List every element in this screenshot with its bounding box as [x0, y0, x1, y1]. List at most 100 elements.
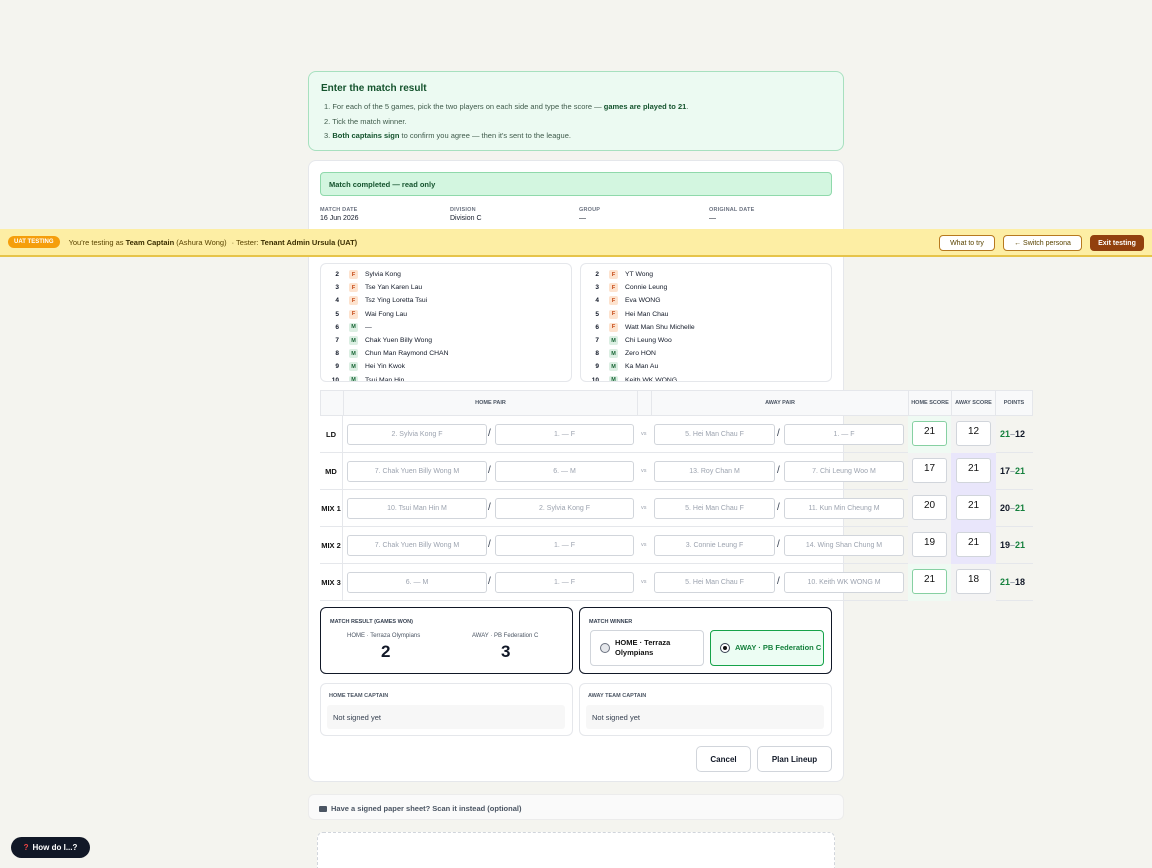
home-score-input[interactable]: 20 — [912, 495, 947, 520]
points-home: 17 — [1000, 466, 1011, 476]
player-row[interactable]: 3 F Tse Yan Karen Lau — [321, 281, 422, 294]
away-score-input[interactable]: 21 — [956, 532, 991, 557]
gender-badge: F — [609, 283, 618, 293]
player-row[interactable]: 10 M Keith WK WONG — [581, 374, 677, 382]
home-player-1-select[interactable]: 7. Chak Yuen Billy Wong M — [347, 535, 487, 556]
player-number: 4 — [595, 297, 599, 305]
away-captain-signature[interactable]: Not signed yet — [586, 705, 824, 729]
player-number: 2 — [335, 271, 339, 278]
what-to-try-button[interactable]: What to try — [939, 235, 995, 251]
home-player-1-select[interactable]: 10. Tsui Man Hin M — [347, 498, 487, 519]
player-row[interactable]: 9 M Ka Man Au — [581, 360, 658, 373]
game-label: MIX 2 — [320, 527, 343, 564]
player-row[interactable]: 4 F Eva WONG — [581, 294, 661, 307]
home-player-2-select[interactable]: 1. — F — [495, 424, 634, 445]
away-player-1-select[interactable]: 13. Roy Chan M — [654, 461, 775, 482]
winner-home-radio[interactable]: HOME · Terraza Olympians — [590, 630, 704, 666]
away-player-2-select[interactable]: 11. Kun Min Cheung M — [784, 498, 904, 519]
home-score-input[interactable]: 21 — [912, 569, 947, 594]
away-player-1-select[interactable]: 5. Hei Man Chau F — [654, 572, 775, 593]
away-score-input[interactable]: 18 — [956, 569, 991, 594]
pair-separator: / — [488, 465, 491, 476]
home-score-input[interactable]: 21 — [912, 421, 947, 446]
home-player-1-select[interactable]: 2. Sylvia Kong F — [347, 424, 487, 445]
gender-badge: F — [349, 270, 358, 279]
exit-testing-button[interactable]: Exit testing — [1090, 235, 1144, 251]
away-player-2-select[interactable]: 1. — F — [784, 424, 904, 445]
player-row[interactable]: 8 M Zero HON — [581, 347, 656, 360]
player-name: Tse Yan Karen Lau — [365, 284, 423, 292]
away-score-cell: 21 — [951, 490, 996, 527]
player-row[interactable]: 5 F Hei Man Chau — [581, 308, 668, 321]
vs-label: vs — [641, 542, 647, 548]
player-row[interactable]: 6 M — — [321, 321, 372, 334]
winner-away-radio[interactable]: AWAY · PB Federation C — [710, 630, 824, 666]
scan-dropzone[interactable] — [317, 832, 835, 868]
home-captain-signature[interactable]: Not signed yet — [327, 705, 565, 729]
away-player-2-select[interactable]: 7. Chi Leung Woo M — [784, 461, 904, 482]
cancel-button[interactable]: Cancel — [696, 746, 751, 772]
home-player-1-select[interactable]: 7. Chak Yuen Billy Wong M — [347, 461, 487, 482]
status-banner: Match completed — read only — [320, 172, 832, 196]
away-player-1-select[interactable]: 5. Hei Man Chau F — [654, 498, 775, 519]
away-player-1-select[interactable]: 3. Connie Leung F — [654, 535, 775, 556]
home-score-cell: 21 — [908, 416, 952, 453]
gender-badge: M — [349, 336, 358, 345]
scan-sheet-label: Have a signed paper sheet? Scan it inste… — [331, 804, 522, 813]
points-away: 21 — [1015, 540, 1026, 550]
scan-sheet-toggle[interactable]: Have a signed paper sheet? Scan it inste… — [308, 794, 844, 820]
away-player-list[interactable]: 2 F YT Wong 3 F Connie Leung 4 F Eva WONG 5 F Hei M… — [580, 263, 832, 382]
home-score-input[interactable]: 19 — [912, 532, 947, 557]
points-away: 18 — [1015, 577, 1026, 587]
division: Division C — [450, 215, 482, 222]
gender-badge: M — [609, 375, 618, 381]
player-row[interactable]: 10 M Tsui Man Hin — [321, 374, 404, 382]
away-score-input[interactable]: 21 — [956, 458, 991, 483]
header-blank — [320, 390, 344, 416]
points-away: 21 — [1015, 466, 1026, 476]
away-score-input[interactable]: 21 — [956, 495, 991, 520]
home-score-input[interactable]: 17 — [912, 458, 947, 483]
instruction-step-1: 1. For each of the 5 games, pick the two… — [324, 102, 689, 111]
player-row[interactable]: 5 F Wai Fong Lau — [321, 308, 407, 321]
home-player-2-select[interactable]: 1. — F — [495, 572, 634, 593]
switch-persona-button[interactable]: ← Switch persona — [1003, 235, 1082, 251]
player-number: 10 — [591, 376, 599, 382]
player-number: 10 — [331, 376, 339, 382]
match-date-label: MATCH DATE — [320, 207, 358, 213]
player-row[interactable]: 2 F Sylvia Kong — [321, 268, 401, 281]
home-player-1-select[interactable]: 6. — M — [347, 572, 487, 593]
player-row[interactable]: 2 F YT Wong — [581, 268, 653, 281]
player-name: Chak Yuen Billy Wong — [365, 337, 433, 344]
player-row[interactable]: 8 M Chun Man Raymond CHAN — [321, 347, 448, 360]
away-player-2-select[interactable]: 10. Keith WK WONG M — [784, 572, 904, 593]
game-label: MD — [320, 453, 343, 490]
player-name: Chun Man Raymond CHAN — [365, 350, 449, 358]
player-number: 6 — [595, 323, 599, 331]
away-score-input[interactable]: 12 — [956, 421, 991, 446]
header-away-score: AWAY SCORE — [951, 390, 996, 416]
player-row[interactable]: 6 F Watt Man Shu Michelle — [581, 321, 695, 334]
help-button[interactable]: ? How do I...? — [11, 837, 90, 858]
plan-lineup-button[interactable]: Plan Lineup — [757, 746, 832, 772]
vs-label: vs — [641, 505, 647, 511]
home-player-2-select[interactable]: 6. — M — [495, 461, 634, 482]
home-player-list[interactable]: 2 F Sylvia Kong 3 F Tse Yan Karen Lau 4 F Tsz Yi… — [320, 263, 572, 382]
player-row[interactable]: 3 F Connie Leung — [581, 281, 667, 294]
away-player-1-select[interactable]: 5. Hei Man Chau F — [654, 424, 775, 445]
away-score-cell: 21 — [951, 527, 996, 564]
match-winner-title: MATCH WINNER — [589, 619, 633, 625]
home-player-2-select[interactable]: 2. Sylvia Kong F — [495, 498, 634, 519]
player-row[interactable]: 7 M Chi Leung Woo — [581, 334, 672, 347]
pair-separator: / — [777, 465, 780, 476]
header-vs — [637, 390, 652, 416]
home-player-2-select[interactable]: 1. — F — [495, 535, 634, 556]
uat-persona-text: You're testing as Team Captain (Ashura W… — [68, 237, 227, 247]
player-row[interactable]: 7 M Chak Yuen Billy Wong — [321, 334, 432, 347]
player-name: — — [365, 323, 372, 331]
player-row[interactable]: 9 M Hei Yin Kwok — [321, 360, 405, 373]
pair-separator: / — [777, 576, 780, 587]
player-row[interactable]: 4 F Tsz Ying Loretta Tsui — [321, 294, 427, 307]
gender-badge: M — [609, 336, 618, 345]
away-player-2-select[interactable]: 14. Wing Shan Chung M — [784, 535, 904, 556]
